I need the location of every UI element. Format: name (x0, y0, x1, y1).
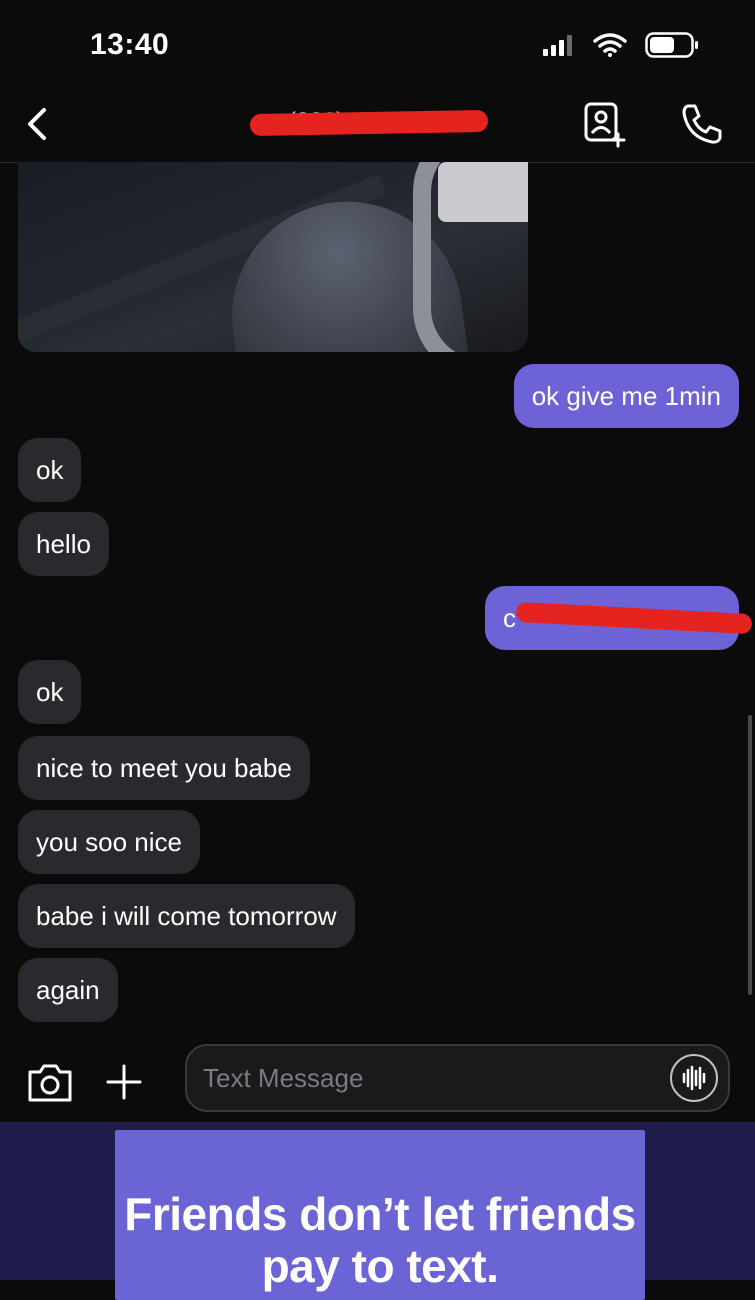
scroll-indicator[interactable] (748, 715, 752, 995)
message-incoming[interactable]: again (18, 958, 118, 1022)
voice-message-button[interactable] (670, 1054, 718, 1102)
message-incoming[interactable]: ok (18, 660, 82, 724)
message-incoming[interactable]: hello (18, 512, 109, 576)
message-incoming[interactable]: ok (18, 438, 82, 502)
camera-icon (28, 1064, 72, 1102)
signal-icon (543, 35, 572, 56)
status-icons (543, 32, 699, 58)
chevron-left-icon (28, 108, 46, 140)
compose-bar (0, 1042, 755, 1122)
plus-icon (106, 1064, 142, 1100)
ad-headline: Friends don’t let friends pay to text. (124, 1188, 636, 1292)
add-contact-icon (584, 102, 626, 148)
attach-button[interactable] (104, 1062, 144, 1102)
message-incoming[interactable]: you soo nice (18, 810, 200, 874)
message-thread[interactable]: ok give me 1min ok hello c ok nice to me… (0, 162, 755, 1042)
photo-attachment[interactable] (18, 162, 528, 352)
back-button[interactable] (20, 104, 54, 144)
redaction-mark (249, 109, 489, 137)
conversation-header: (???) 720-2??? (0, 90, 755, 163)
ad-card[interactable]: Friends don’t let friends pay to text. (115, 1130, 645, 1300)
message-outgoing[interactable]: ok give me 1min (513, 364, 739, 428)
status-time: 13:40 (90, 28, 170, 61)
voice-waveform-icon (682, 1065, 706, 1091)
wifi-icon (593, 33, 627, 57)
add-contact-button[interactable] (580, 100, 628, 148)
ad-banner[interactable]: Friends don’t let friends pay to text. (0, 1122, 755, 1300)
message-input[interactable] (185, 1044, 730, 1112)
call-button[interactable] (678, 100, 726, 148)
status-bar: 13:40 (0, 0, 755, 90)
battery-icon (645, 32, 698, 58)
phone-icon (682, 104, 722, 144)
message-incoming[interactable]: nice to meet you babe (18, 736, 310, 800)
camera-button[interactable] (26, 1060, 74, 1104)
message-incoming[interactable]: babe i will come tomorrow (18, 884, 355, 948)
